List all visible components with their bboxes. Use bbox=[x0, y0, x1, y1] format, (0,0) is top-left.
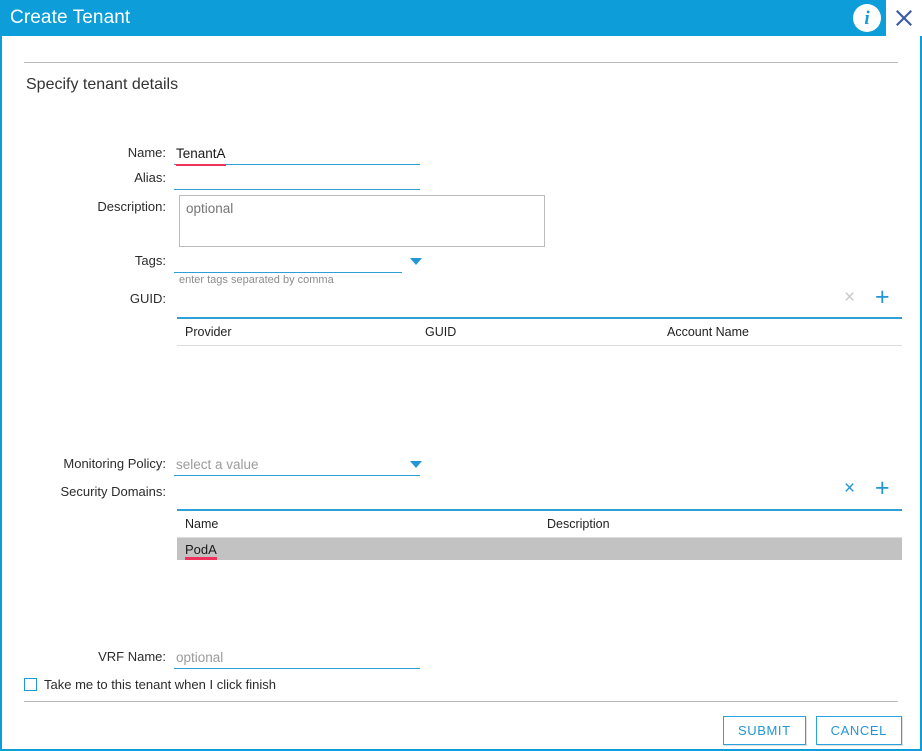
guid-add-button[interactable]: + bbox=[875, 285, 890, 310]
table-row[interactable]: PodA bbox=[177, 538, 902, 560]
field-row-tags: Tags: bbox=[24, 252, 402, 273]
monitoring-policy-value: select a value bbox=[176, 457, 259, 472]
titlebar-actions: i bbox=[853, 0, 922, 36]
section-heading: Specify tenant details bbox=[26, 76, 179, 93]
dialog-body: Specify tenant details Name: TenantA Ali… bbox=[2, 36, 920, 701]
field-row-security-domains: Security Domains: bbox=[24, 483, 174, 501]
name-input[interactable]: TenantA bbox=[174, 144, 420, 166]
page-title: Create Tenant bbox=[10, 7, 131, 28]
footer-divider bbox=[24, 701, 898, 702]
guid-label: GUID: bbox=[129, 291, 166, 306]
guid-col-guid: GUID bbox=[425, 325, 457, 339]
sd-row-name-value: PodA bbox=[185, 541, 217, 560]
alias-label: Alias: bbox=[134, 170, 166, 185]
vrf-name-label: VRF Name: bbox=[98, 649, 166, 664]
guid-col-account-name: Account Name bbox=[667, 325, 749, 339]
dialog-titlebar: Create Tenant i bbox=[0, 0, 922, 36]
create-tenant-dialog: Create Tenant i Specify tenant details N… bbox=[0, 0, 922, 751]
submit-button[interactable]: SUBMIT bbox=[722, 716, 806, 745]
field-row-alias: Alias: bbox=[24, 169, 420, 190]
monitoring-policy-chevron-down-icon[interactable] bbox=[410, 461, 422, 468]
name-value: TenantA bbox=[176, 146, 226, 166]
take-me-to-tenant-checkbox-row: Take me to this tenant when I click fini… bbox=[24, 677, 276, 692]
vrf-name-input[interactable]: optional bbox=[174, 648, 420, 669]
footer-buttons: SUBMIT CANCEL bbox=[722, 716, 902, 745]
close-icon[interactable] bbox=[886, 0, 922, 36]
take-me-to-tenant-checkbox[interactable] bbox=[24, 678, 37, 691]
tags-chevron-down-icon[interactable] bbox=[410, 258, 422, 265]
guid-table-header: Provider GUID Account Name bbox=[177, 319, 902, 346]
security-domains-label: Security Domains: bbox=[60, 484, 166, 499]
field-row-vrf-name: VRF Name: optional bbox=[24, 648, 420, 669]
monitoring-policy-label: Monitoring Policy: bbox=[63, 456, 166, 471]
top-divider bbox=[24, 62, 898, 63]
security-domains-add-button[interactable]: + bbox=[875, 476, 890, 501]
security-domains-table: Name Description PodA bbox=[177, 509, 902, 560]
sd-cell-name: PodA bbox=[177, 541, 539, 560]
field-row-monitoring-policy: Monitoring Policy: select a value bbox=[24, 455, 420, 476]
field-row-description: Description: bbox=[24, 198, 174, 216]
dialog-footer: SUBMIT CANCEL bbox=[2, 701, 920, 749]
field-row-name: Name: TenantA bbox=[24, 144, 420, 166]
cancel-button[interactable]: CANCEL bbox=[815, 716, 902, 745]
field-row-guid: GUID: bbox=[24, 290, 174, 308]
guid-col-provider: Provider bbox=[185, 325, 232, 339]
guid-remove-button: × bbox=[844, 287, 856, 308]
tags-label: Tags: bbox=[134, 253, 166, 268]
sd-col-description: Description bbox=[547, 517, 610, 531]
info-icon[interactable]: i bbox=[853, 4, 881, 32]
take-me-to-tenant-label: Take me to this tenant when I click fini… bbox=[44, 677, 276, 692]
description-label: Description: bbox=[97, 199, 166, 214]
security-domains-remove-button[interactable]: × bbox=[844, 479, 855, 498]
guid-table: Provider GUID Account Name bbox=[177, 317, 902, 346]
sd-col-name: Name bbox=[185, 517, 219, 531]
vrf-name-placeholder: optional bbox=[176, 650, 224, 665]
security-domains-table-header: Name Description bbox=[177, 511, 902, 538]
tags-input[interactable] bbox=[174, 252, 402, 273]
alias-input[interactable] bbox=[174, 169, 420, 190]
description-textarea[interactable] bbox=[179, 195, 545, 247]
monitoring-policy-select[interactable]: select a value bbox=[174, 455, 420, 476]
tags-hint: enter tags separated by comma bbox=[179, 274, 334, 286]
name-label: Name: bbox=[127, 145, 166, 160]
